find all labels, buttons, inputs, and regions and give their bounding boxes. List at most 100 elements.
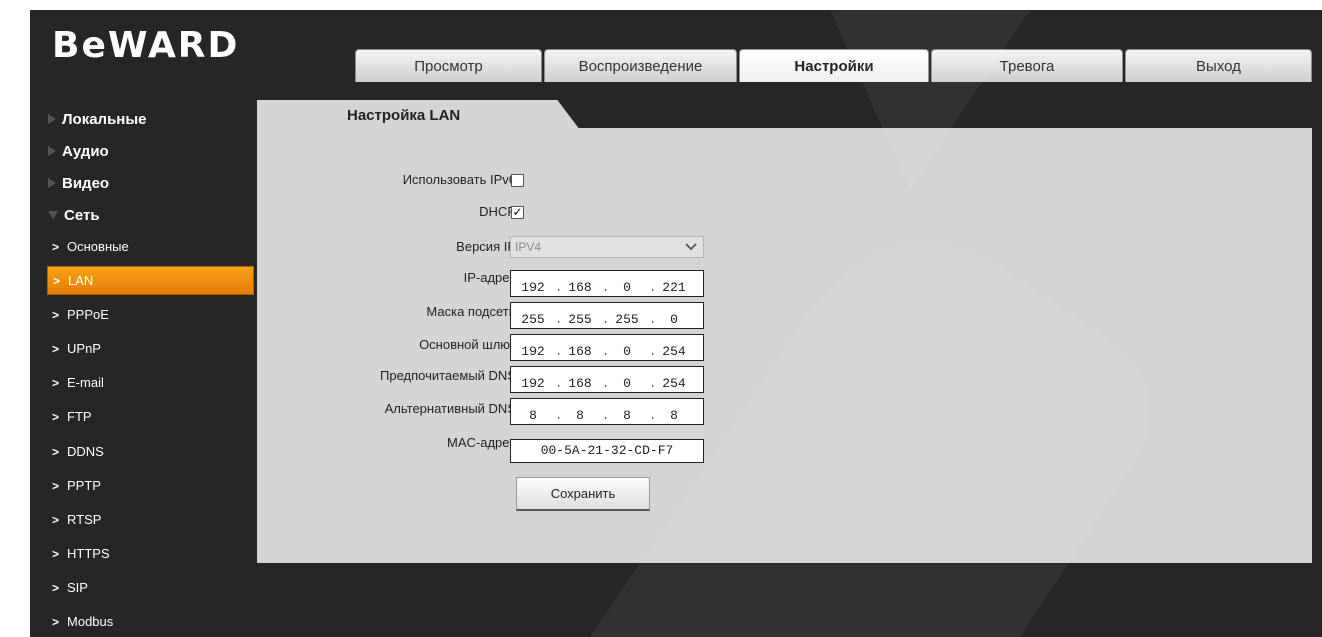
octet-separator: . <box>555 377 563 391</box>
octet-separator: . <box>649 377 657 391</box>
sidebar-item-network[interactable]: Сеть <box>48 200 100 230</box>
tab-label: Выход <box>1196 57 1241 75</box>
ip-address-label: IP-адрес <box>463 270 516 285</box>
chevron-right-icon: > <box>52 614 60 629</box>
octet: 255 <box>615 312 639 327</box>
octet-separator: . <box>649 313 657 327</box>
chevron-right-icon: > <box>52 512 60 527</box>
octet: 168 <box>568 376 592 391</box>
octet: 254 <box>662 344 686 359</box>
preferred-dns-label: Предпочитаемый DNS <box>380 368 516 383</box>
octet-separator: . <box>555 281 563 295</box>
tab-settings[interactable]: Настройки <box>739 49 929 82</box>
sidebar-item-https[interactable]: > HTTPS <box>47 539 254 568</box>
alternate-dns-label: Альтернативный DNS <box>384 401 516 416</box>
sidebar-item-label: Локальные <box>62 110 147 128</box>
chevron-right-icon: > <box>52 307 60 322</box>
sidebar-item-label: RTSP <box>67 512 102 527</box>
chevron-right-icon: > <box>52 580 60 595</box>
sidebar-item-upnp[interactable]: > UPnP <box>47 334 254 363</box>
checkmark-icon: ✓ <box>512 205 523 219</box>
sidebar-item-audio[interactable]: Аудио <box>48 136 109 166</box>
chevron-right-icon: > <box>52 478 60 493</box>
gateway-field[interactable]: 192 . 168 . 0 . 254 <box>510 334 704 361</box>
sidebar-item-rtsp[interactable]: > RTSP <box>47 505 254 534</box>
sidebar-item-pppoe[interactable]: > PPPoE <box>47 300 254 329</box>
triangle-right-icon <box>48 178 56 188</box>
save-button[interactable]: Сохранить <box>516 477 650 511</box>
sidebar-item-pptp[interactable]: > PPTP <box>47 471 254 500</box>
octet: 0 <box>670 312 678 327</box>
chevron-right-icon: > <box>52 444 60 459</box>
chevron-right-icon: > <box>52 409 60 424</box>
octet-separator: . <box>555 313 563 327</box>
octet-separator: . <box>649 345 657 359</box>
mac-address-field[interactable]: 00-5A-21-32-CD-F7 <box>510 439 704 463</box>
octet-separator: . <box>555 409 563 423</box>
ipv6-label: Использовать IPv6 <box>402 172 516 187</box>
octet: 192 <box>521 344 545 359</box>
sidebar-item-ddns[interactable]: > DDNS <box>47 437 254 466</box>
octet: 8 <box>529 408 537 423</box>
preferred-dns-field[interactable]: 192 . 168 . 0 . 254 <box>510 366 704 393</box>
app-window: BeWARD Просмотр Воспроизведение Настройк… <box>30 10 1322 637</box>
triangle-right-icon <box>48 146 56 156</box>
ip-version-select[interactable]: IPV4 <box>510 236 704 258</box>
sidebar-item-sip[interactable]: > SIP <box>47 573 254 602</box>
tab-label: Воспроизведение <box>578 57 703 75</box>
save-button-label: Сохранить <box>550 486 616 501</box>
octet: 8 <box>623 408 631 423</box>
sidebar-item-lan[interactable]: > LAN <box>47 266 254 295</box>
octet-separator: . <box>555 345 563 359</box>
sidebar-item-label: UPnP <box>67 341 101 356</box>
subnet-mask-field[interactable]: 255 . 255 . 255 . 0 <box>510 302 704 329</box>
triangle-right-icon <box>48 114 56 124</box>
tab-view[interactable]: Просмотр <box>355 49 542 82</box>
ip-version-value: IPV4 <box>515 240 542 254</box>
octet: 254 <box>662 376 686 391</box>
octet-separator: . <box>602 313 610 327</box>
octet: 255 <box>568 312 592 327</box>
sidebar-item-ftp[interactable]: > FTP <box>47 402 254 431</box>
gateway-label: Основной шлюз <box>419 337 516 352</box>
sidebar-item-label: Основные <box>67 239 129 254</box>
octet: 221 <box>662 280 686 295</box>
octet: 168 <box>568 280 592 295</box>
chevron-right-icon: > <box>52 239 60 254</box>
octet: 0 <box>623 280 631 295</box>
triangle-down-icon <box>48 211 58 219</box>
octet: 168 <box>568 344 592 359</box>
panel-title: Настройка LAN <box>347 106 461 124</box>
dhcp-checkbox[interactable]: ✓ <box>511 206 524 219</box>
tab-label: Тревога <box>999 57 1055 75</box>
ip-address-field[interactable]: 192 . 168 . 0 . 221 <box>510 270 704 297</box>
octet: 0 <box>623 344 631 359</box>
sidebar-item-label: Сеть <box>64 206 100 224</box>
sidebar-item-label: Видео <box>62 174 110 192</box>
octet-separator: . <box>602 377 610 391</box>
octet: 8 <box>576 408 584 423</box>
beward-logo: BeWARD <box>52 25 240 66</box>
chevron-right-icon: > <box>52 375 60 390</box>
tab-playback[interactable]: Воспроизведение <box>544 49 737 82</box>
tab-alarm[interactable]: Тревога <box>931 49 1123 82</box>
octet: 255 <box>521 312 545 327</box>
octet: 0 <box>623 376 631 391</box>
sidebar-item-label: Modbus <box>67 614 114 629</box>
octet: 192 <box>521 376 545 391</box>
ipv6-checkbox[interactable] <box>511 174 524 187</box>
sidebar-item-email[interactable]: > E-mail <box>47 368 254 397</box>
octet-separator: . <box>602 409 610 423</box>
chevron-right-icon: > <box>52 546 60 561</box>
sidebar-item-local[interactable]: Локальные <box>48 104 147 134</box>
subnet-mask-label: Маска подсети <box>426 304 516 319</box>
alternate-dns-field[interactable]: 8 . 8 . 8 . 8 <box>510 398 704 425</box>
sidebar-item-modbus[interactable]: > Modbus <box>47 607 254 636</box>
sidebar-item-video[interactable]: Видео <box>48 168 109 198</box>
mac-address-label: MAC-адрес <box>447 435 516 450</box>
chevron-down-icon <box>685 243 697 251</box>
tab-logout[interactable]: Выход <box>1125 49 1312 82</box>
sidebar-item-label: PPTP <box>67 478 101 493</box>
sidebar-item-basic[interactable]: > Основные <box>47 232 254 261</box>
chevron-right-icon: > <box>52 341 60 356</box>
